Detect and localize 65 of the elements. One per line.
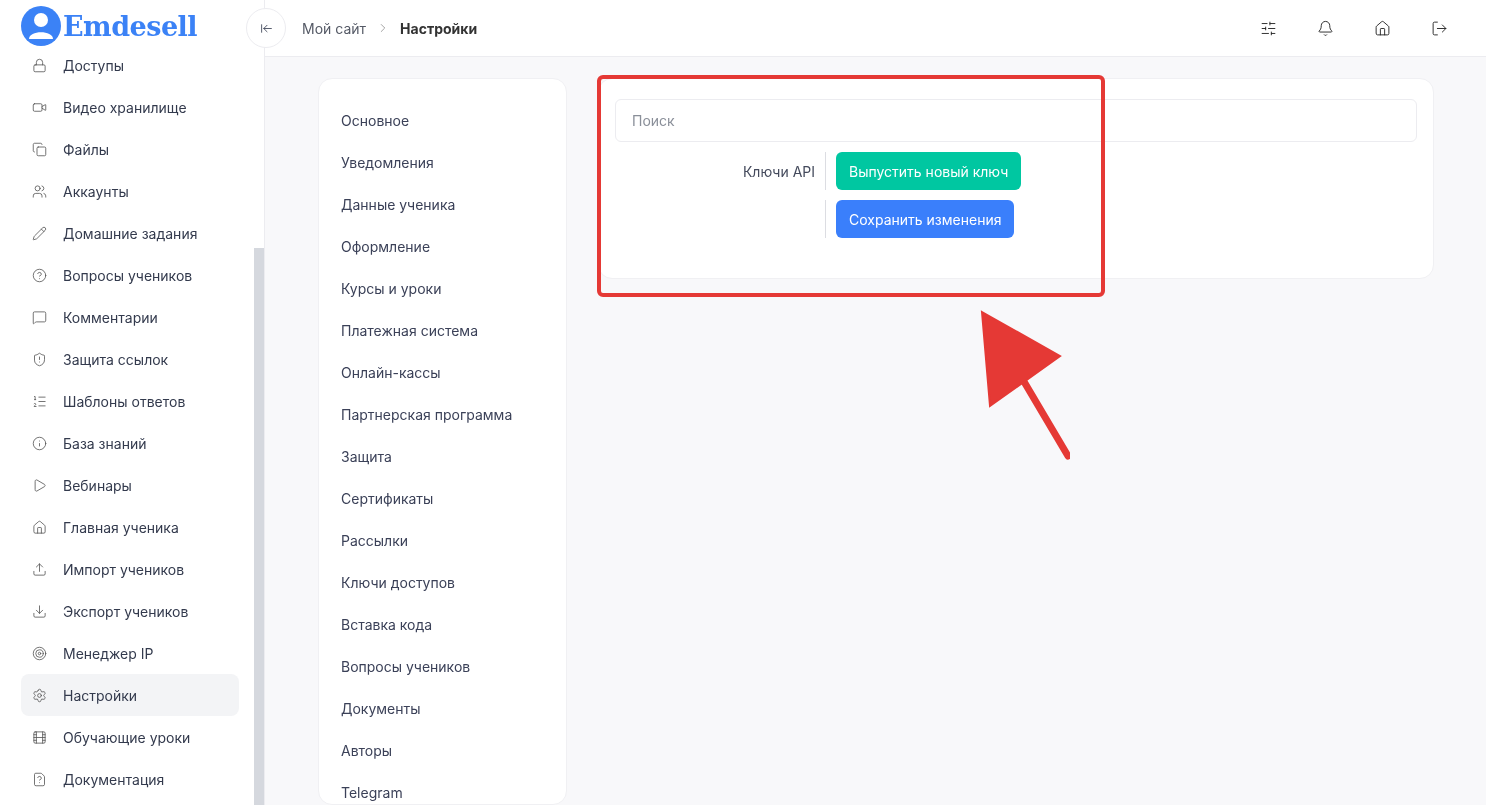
settings-nav-item[interactable]: Авторы — [341, 729, 566, 771]
action-button[interactable]: Сохранить изменения — [836, 200, 1015, 238]
settings-nav-item[interactable]: Онлайн-кассы — [341, 351, 566, 393]
settings-nav-item[interactable]: Оформление — [341, 225, 566, 267]
logo-icon — [21, 6, 61, 46]
breadcrumb-link[interactable]: Мой сайт — [302, 17, 367, 39]
settings-nav-item[interactable]: Telegram — [341, 771, 566, 805]
sidebar-item[interactable]: Экспорт учеников — [21, 590, 239, 632]
exit-icon[interactable] — [1431, 19, 1448, 37]
question-file-icon — [32, 771, 47, 787]
help-icon — [32, 267, 47, 283]
upload-icon — [32, 561, 47, 577]
settings-nav-item[interactable]: Вопросы учеников — [341, 645, 566, 687]
shield-icon — [32, 351, 47, 367]
sidebar-item[interactable]: Главная ученика — [21, 506, 239, 548]
settings-nav-item[interactable]: Сертификаты — [341, 477, 566, 519]
play-icon — [32, 477, 47, 493]
sidebar-item[interactable]: Импорт учеников — [21, 548, 239, 590]
settings-nav-item[interactable]: Платежная система — [341, 309, 566, 351]
arrow-left-bar-icon — [259, 21, 273, 35]
settings-nav-item[interactable]: Данные ученика — [341, 183, 566, 225]
settings-nav-item[interactable]: Ключи доступов — [341, 561, 566, 603]
users-icon — [32, 183, 47, 199]
sidebar-item[interactable]: Вопросы учеников — [21, 254, 239, 296]
sidebar-item[interactable]: Комментарии — [21, 296, 239, 338]
scrollbar-thumb[interactable] — [254, 248, 264, 805]
logo-text[interactable]: Emdesell — [63, 12, 198, 40]
house-icon[interactable] — [1374, 19, 1391, 37]
copy-icon — [32, 141, 47, 157]
target-icon — [32, 645, 47, 661]
sidebar-item[interactable]: Менеджер IP — [21, 632, 239, 674]
sidebar-item[interactable]: Доступы — [21, 44, 239, 86]
pencil-icon — [32, 225, 47, 241]
info-icon — [32, 435, 47, 451]
sidebar-item[interactable]: Защита ссылок — [21, 338, 239, 380]
bell-icon[interactable] — [1317, 19, 1334, 37]
sidebar-item[interactable]: Обучающие уроки — [21, 716, 239, 758]
settings-nav-item[interactable]: Уведомления — [341, 141, 566, 183]
sliders-icon[interactable] — [1260, 19, 1277, 37]
settings-icon — [32, 687, 47, 703]
sidebar-item[interactable]: Видео хранилище — [21, 86, 239, 128]
settings-nav-item[interactable]: Партнерская программа — [341, 393, 566, 435]
sidebar-item[interactable]: База знаний — [21, 422, 239, 464]
lock-icon — [32, 57, 47, 73]
film-icon — [32, 729, 47, 745]
settings-nav-item[interactable]: Документы — [341, 687, 566, 729]
field-label: Ключи API — [742, 161, 815, 182]
sidebar-item[interactable]: Файлы — [21, 128, 239, 170]
list-icon — [32, 393, 47, 409]
sidebar-item[interactable]: Документация — [21, 758, 239, 800]
sidebar-item[interactable]: Аккаунты — [21, 170, 239, 212]
house-icon — [32, 519, 47, 535]
search-field[interactable]: Поиск — [615, 99, 1417, 142]
sidebar-item[interactable]: Домашние задания — [21, 212, 239, 254]
settings-nav-item[interactable]: Защита — [341, 435, 566, 477]
settings-nav-item[interactable]: Вставка кода — [341, 603, 566, 645]
settings-nav-item[interactable]: Рассылки — [341, 519, 566, 561]
settings-nav-item[interactable]: Основное — [341, 99, 566, 141]
chat-icon — [32, 309, 47, 325]
sidebar-item[interactable]: Шаблоны ответов — [21, 380, 239, 422]
sidebar-item[interactable]: Настройки — [21, 674, 239, 716]
download-icon — [32, 603, 47, 619]
settings-nav-item[interactable]: Курсы и уроки — [341, 267, 566, 309]
sidebar-item[interactable]: Вебинары — [21, 464, 239, 506]
breadcrumb-current: Настройки — [400, 18, 478, 39]
